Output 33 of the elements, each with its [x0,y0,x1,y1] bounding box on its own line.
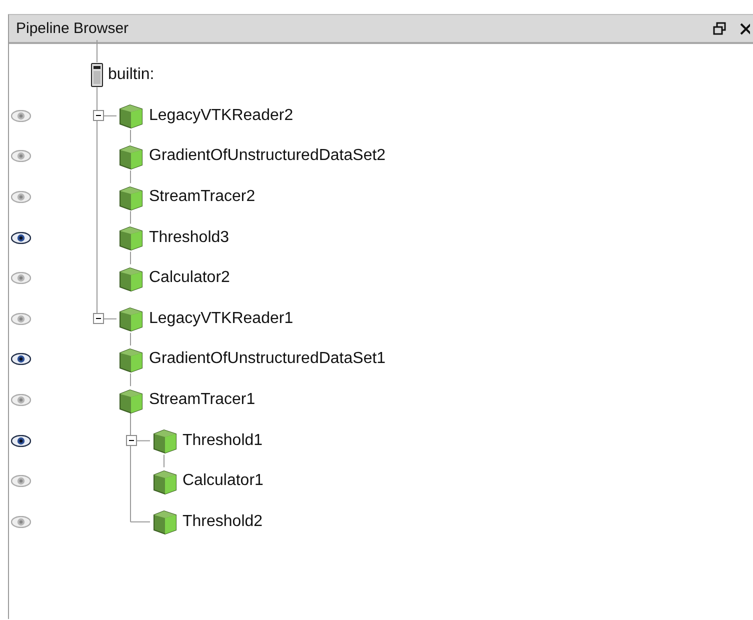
collapse-toggle[interactable] [126,435,137,446]
cube-icon [117,184,144,211]
cube-icon [150,427,178,454]
cube-icon [117,264,144,292]
eye-icon[interactable] [11,353,31,366]
pipeline-item[interactable]: Threshold3 [149,228,230,247]
collapse-toggle[interactable] [92,110,104,122]
eye-icon[interactable] [11,434,31,447]
cube-icon [117,305,144,332]
close-icon[interactable] [740,22,750,34]
pipeline-item[interactable]: GradientOfUnstructuredDataSet1 [149,350,386,368]
cube-icon [117,102,144,130]
cube-icon [117,224,144,252]
cube-icon [117,346,144,373]
cube-icon [117,386,144,414]
pipeline-item[interactable]: LegacyVTKReader2 [149,106,294,125]
pipeline-item[interactable]: Calculator2 [149,269,230,288]
pipeline-item[interactable]: Calculator1 [182,472,264,490]
cube-icon [150,468,178,495]
pipeline-item[interactable]: LegacyVTKReader1 [149,310,294,328]
pipeline-item[interactable]: StreamTracer2 [149,188,256,206]
eye-icon[interactable] [11,232,31,244]
pipeline-item[interactable]: builtin: [108,66,154,84]
server-icon [91,63,103,88]
cube-icon [150,508,178,536]
pipeline-item[interactable]: StreamTracer1 [149,391,256,410]
undock-icon[interactable] [713,22,726,35]
cube-icon [117,142,144,170]
panel-title: Pipeline Browser [16,20,130,37]
collapse-toggle[interactable] [92,313,104,324]
pipeline-item[interactable]: GradientOfUnstructuredDataSet2 [149,147,386,166]
pipeline-item[interactable]: Threshold1 [182,432,263,450]
pipeline-item[interactable]: Threshold2 [182,512,263,531]
